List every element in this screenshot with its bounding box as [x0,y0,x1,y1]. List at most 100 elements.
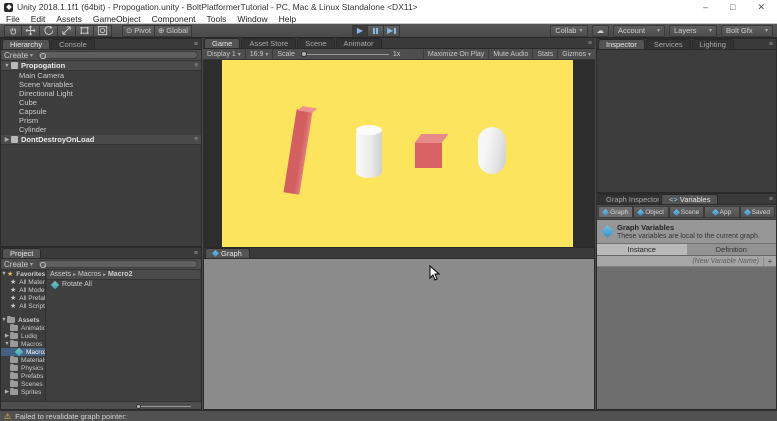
project-search-input[interactable] [37,260,198,268]
menu-component[interactable]: Component [152,14,196,24]
scene-header-dontdestroyonload[interactable]: ▶ DontDestroyOnLoad ≡ [1,135,201,145]
scope-tab-saved[interactable]: Saved [740,206,775,218]
scope-tab-object[interactable]: Object [633,206,668,218]
folder-ludiq[interactable]: ▶Ludiq [1,332,45,340]
favorites-foldout[interactable]: ▼ ★ Favorites [1,270,45,278]
menu-window[interactable]: Window [237,14,267,24]
tab-lighting[interactable]: Lighting [692,39,734,49]
project-create-dropdown[interactable]: Create▾ [4,260,33,269]
maximize-on-play-toggle[interactable]: Maximize On Play [423,49,488,60]
scope-tab-graph[interactable]: Graph [598,206,633,218]
tab-graph[interactable]: Graph [205,248,250,258]
close-button[interactable]: ✕ [757,2,765,13]
panel-menu-icon[interactable]: ≡ [194,250,198,257]
rotate-tool-button[interactable] [40,25,58,37]
aspect-dropdown[interactable]: 16:9 ▾ [245,49,273,60]
asset-rotate-all[interactable]: Rotate All [47,280,200,289]
tab-graph-inspector[interactable]: Graph Inspector [598,194,660,204]
tab-console[interactable]: Console [51,39,95,49]
tab-scene[interactable]: Scene [297,38,334,48]
hierarchy-item-capsule[interactable]: Capsule [1,107,201,116]
icon-size-slider-knob[interactable] [136,404,141,409]
panel-menu-icon[interactable]: ≡ [769,41,773,48]
move-tool-button[interactable] [22,25,40,37]
hierarchy-search-input[interactable] [37,51,198,59]
menu-tools[interactable]: Tools [207,14,227,24]
tab-variables[interactable]: <> Variables [661,194,718,204]
tab-asset-store[interactable]: Asset Store [241,38,296,48]
layout-dropdown[interactable]: Bolt Gfx ▾ [721,25,773,37]
add-variable-button[interactable]: + [763,257,776,266]
foldout-open-icon[interactable]: ▼ [3,63,11,69]
hand-tool-button[interactable] [4,25,22,37]
maximize-button[interactable]: □ [730,2,735,13]
transform-tool-button[interactable] [94,25,112,37]
menu-edit[interactable]: Edit [31,14,46,24]
breadcrumb-macro2[interactable]: Macro2 [108,271,133,278]
favorite-all-prefabs[interactable]: ★All Prefabs [1,294,45,302]
account-dropdown[interactable]: Account ▾ [613,25,665,37]
pivot-toggle-button[interactable]: ⊙ Pivot [122,25,155,37]
foldout-closed-icon[interactable]: ▶ [3,137,11,143]
scene-header-propogation[interactable]: ▼ Propogation ≡ [1,61,201,71]
icon-size-slider[interactable] [136,406,191,407]
collab-dropdown[interactable]: Collab ▾ [550,25,587,37]
panel-menu-icon[interactable]: ≡ [588,40,592,47]
hierarchy-item-directional-light[interactable]: Directional Light [1,89,201,98]
create-dropdown[interactable]: Create▾ [4,51,33,60]
mute-audio-toggle[interactable]: Mute Audio [488,49,532,60]
scale-tool-button[interactable] [58,25,76,37]
scope-tab-scene[interactable]: Scene [669,206,704,218]
rect-tool-button[interactable] [76,25,94,37]
folder-sprites[interactable]: ▶Sprites [1,388,45,396]
menu-file[interactable]: File [6,14,20,24]
folder-physics[interactable]: Physics [1,364,45,372]
global-toggle-button[interactable]: ⊕ Global [155,25,192,37]
play-button[interactable]: ▶ [352,25,368,37]
hierarchy-item-main-camera[interactable]: Main Camera [1,71,201,80]
hierarchy-item-cube[interactable]: Cube [1,98,201,107]
pause-button[interactable] [368,25,384,37]
new-variable-input[interactable]: (New Variable Name) [692,258,759,265]
scale-slider-knob[interactable] [301,51,307,57]
stats-toggle[interactable]: Stats [532,49,557,60]
scene-menu-icon[interactable]: ≡ [194,62,198,69]
scene-menu-icon[interactable]: ≡ [194,136,198,143]
game-viewport[interactable] [203,60,595,247]
folder-scenes[interactable]: Scenes [1,380,45,388]
asset-macro2[interactable]: Macro2 [1,348,45,356]
minimize-button[interactable]: – [703,2,708,13]
layers-dropdown[interactable]: Layers ▾ [669,25,717,37]
tab-inspector[interactable]: Inspector [598,39,645,49]
graph-canvas[interactable] [204,259,594,409]
folder-prefabs[interactable]: Prefabs [1,372,45,380]
hierarchy-item-prism[interactable]: Prism [1,116,201,125]
menu-assets[interactable]: Assets [56,14,82,24]
gizmos-dropdown[interactable]: Gizmos ▾ [557,49,595,60]
status-bar[interactable]: ⚠ Failed to revalidate graph pointer: [0,410,777,421]
favorite-all-scripts[interactable]: ★All Scripts [1,302,45,310]
folder-animations[interactable]: Animations [1,324,45,332]
menu-help[interactable]: Help [279,14,296,24]
tab-definition[interactable]: Definition [687,244,777,255]
hierarchy-item-cylinder[interactable]: Cylinder [1,125,201,134]
scale-slider[interactable] [301,54,389,55]
tab-hierarchy[interactable]: Hierarchy [2,39,50,49]
panel-menu-icon[interactable]: ≡ [769,196,773,203]
assets-foldout[interactable]: ▼ Assets [1,316,45,324]
hierarchy-item-scene-variables[interactable]: Scene Variables [1,80,201,89]
tab-services[interactable]: Services [646,39,691,49]
tab-instance[interactable]: Instance [597,244,687,255]
scope-tab-app[interactable]: App [704,206,739,218]
tab-project[interactable]: Project [2,248,41,258]
step-button[interactable]: ▶ [384,25,400,37]
breadcrumb-macros[interactable]: Macros [78,271,101,278]
favorite-all-models[interactable]: ★All Models [1,286,45,294]
menu-gameobject[interactable]: GameObject [93,14,141,24]
display-dropdown[interactable]: Display 1 ▾ [203,49,245,60]
panel-menu-icon[interactable]: ≡ [194,41,198,48]
favorite-all-materials[interactable]: ★All Materials [1,278,45,286]
tab-animator[interactable]: Animator [336,38,382,48]
tab-game[interactable]: Game [204,38,240,48]
folder-macros[interactable]: ▼Macros [1,340,45,348]
